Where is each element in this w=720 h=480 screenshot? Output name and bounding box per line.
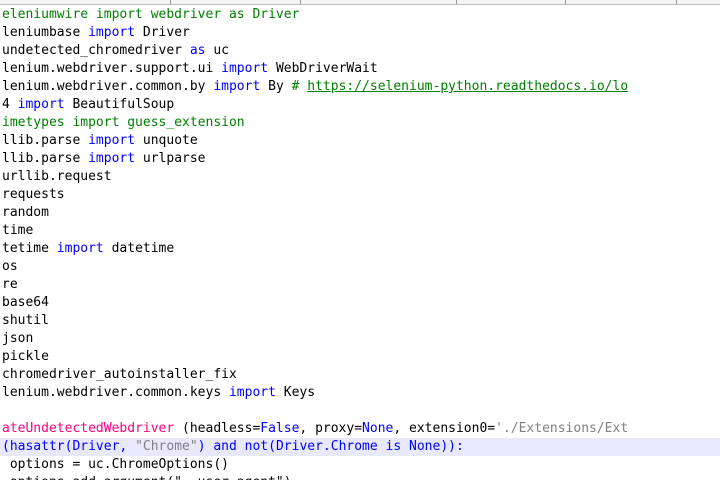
code-line[interactable]: 4 import BeautifulSoup xyxy=(0,96,720,114)
code-line[interactable]: ateUndetectedWebdriver (headless=False, … xyxy=(0,420,720,438)
code-token: ateUndetectedWebdriver xyxy=(2,421,175,436)
code-line[interactable]: urllib.request xyxy=(0,168,720,186)
code-token: None xyxy=(362,421,394,436)
code-line[interactable]: os xyxy=(0,258,720,276)
code-token: os xyxy=(2,259,18,274)
code-token: (Driver.Chrome xyxy=(268,439,386,454)
code-token: # xyxy=(291,79,308,94)
code-token: shutil xyxy=(2,313,49,328)
code-token: "Chrome" xyxy=(135,439,198,454)
code-line[interactable]: shutil xyxy=(0,312,720,330)
code-line[interactable]: options.add_argument("--user-agent") xyxy=(0,474,720,480)
code-token: import xyxy=(56,241,104,256)
code-line[interactable] xyxy=(0,402,720,420)
code-token: By xyxy=(260,79,292,94)
code-line[interactable]: imetypes import guess_extension xyxy=(0,114,720,132)
code-token: as xyxy=(189,43,206,58)
code-token: is None xyxy=(385,439,441,454)
code-token: (headless= xyxy=(174,421,261,436)
code-token: undetected_chromedriver xyxy=(2,43,190,58)
code-token: datetime xyxy=(103,241,175,256)
comment-link[interactable]: https://selenium-python.readthedocs.io/l… xyxy=(307,79,628,94)
code-token: import xyxy=(88,133,136,148)
code-token: json xyxy=(2,331,34,346)
code-token: lenium.webdriver.common.keys xyxy=(2,385,229,400)
code-line[interactable]: pickle xyxy=(0,348,720,366)
code-token: urlparse xyxy=(135,151,206,166)
code-line[interactable]: json xyxy=(0,330,720,348)
code-token: )): xyxy=(440,439,464,454)
code-line[interactable]: lenium.webdriver.support.ui import WebDr… xyxy=(0,60,720,78)
code-token: import xyxy=(17,97,65,112)
code-token: import xyxy=(221,61,269,76)
code-token: chromedriver_autoinstaller_fix xyxy=(2,367,237,382)
current-line[interactable]: (hasattr(Driver, "Chrome") and not(Drive… xyxy=(0,438,720,456)
code-token: lenium.webdriver.common.by xyxy=(2,79,214,94)
code-token: import xyxy=(88,25,136,40)
code-token: requests xyxy=(2,187,65,202)
code-line[interactable]: eleniumwire import webdriver as Driver xyxy=(0,6,720,24)
code-token: options = uc.ChromeOptions() xyxy=(2,457,229,472)
code-token: lenium.webdriver.support.ui xyxy=(2,61,222,76)
code-token: eleniumwire import webdriver as Driver xyxy=(2,7,300,22)
code-editor[interactable]: eleniumwire import webdriver as Driver le… xyxy=(0,0,720,480)
code-line[interactable]: llib.parse import unquote xyxy=(0,132,720,150)
code-token: import xyxy=(213,79,261,94)
code-area[interactable]: eleniumwire import webdriver as Driver le… xyxy=(0,6,720,480)
code-token: Driver xyxy=(135,25,190,40)
code-token: and not xyxy=(213,439,269,454)
code-token: WebDriverWait xyxy=(268,61,378,76)
code-token: import xyxy=(88,151,136,166)
code-token: re xyxy=(2,277,18,292)
code-token: time xyxy=(2,223,34,238)
code-line[interactable]: llib.parse import urlparse xyxy=(0,150,720,168)
code-line[interactable]: lenium.webdriver.common.by import By # h… xyxy=(0,78,720,96)
code-token: uc xyxy=(205,43,229,58)
code-token: BeautifulSoup xyxy=(64,97,175,112)
code-token: random xyxy=(2,205,49,220)
code-token: llib.parse xyxy=(2,151,89,166)
code-line[interactable]: time xyxy=(0,222,720,240)
code-line[interactable]: tetime import datetime xyxy=(0,240,720,258)
code-line[interactable]: base64 xyxy=(0,294,720,312)
code-token: pickle xyxy=(2,349,49,364)
code-token: ) xyxy=(197,439,214,454)
code-token: base64 xyxy=(2,295,49,310)
code-token: unquote xyxy=(135,133,198,148)
code-line[interactable]: chromedriver_autoinstaller_fix xyxy=(0,366,720,384)
code-line[interactable]: undetected_chromedriver as uc xyxy=(0,42,720,60)
code-token: import xyxy=(228,385,276,400)
code-line[interactable]: leniumbase import Driver xyxy=(0,24,720,42)
code-token: imetypes import guess_extension xyxy=(2,115,245,130)
code-token: 4 xyxy=(2,97,18,112)
code-token: False xyxy=(260,421,300,436)
code-token: tetime xyxy=(2,241,57,256)
code-token: (hasattr(Driver, xyxy=(2,439,136,454)
code-line[interactable]: random xyxy=(0,204,720,222)
code-token: './Extensions/Ext xyxy=(495,421,629,436)
code-line[interactable]: lenium.webdriver.common.keys import Keys xyxy=(0,384,720,402)
code-line[interactable]: options = uc.ChromeOptions() xyxy=(0,456,720,474)
code-token: , extension0= xyxy=(393,421,496,436)
code-token: options.add_argument("--user-agent") xyxy=(2,475,292,480)
code-line[interactable]: requests xyxy=(0,186,720,204)
code-line[interactable]: re xyxy=(0,276,720,294)
code-token: leniumbase xyxy=(2,25,89,40)
code-token: llib.parse xyxy=(2,133,89,148)
ruler-strip xyxy=(0,0,720,5)
code-token: , proxy= xyxy=(299,421,363,436)
code-token: urllib.request xyxy=(2,169,112,184)
code-token: Keys xyxy=(275,385,316,400)
